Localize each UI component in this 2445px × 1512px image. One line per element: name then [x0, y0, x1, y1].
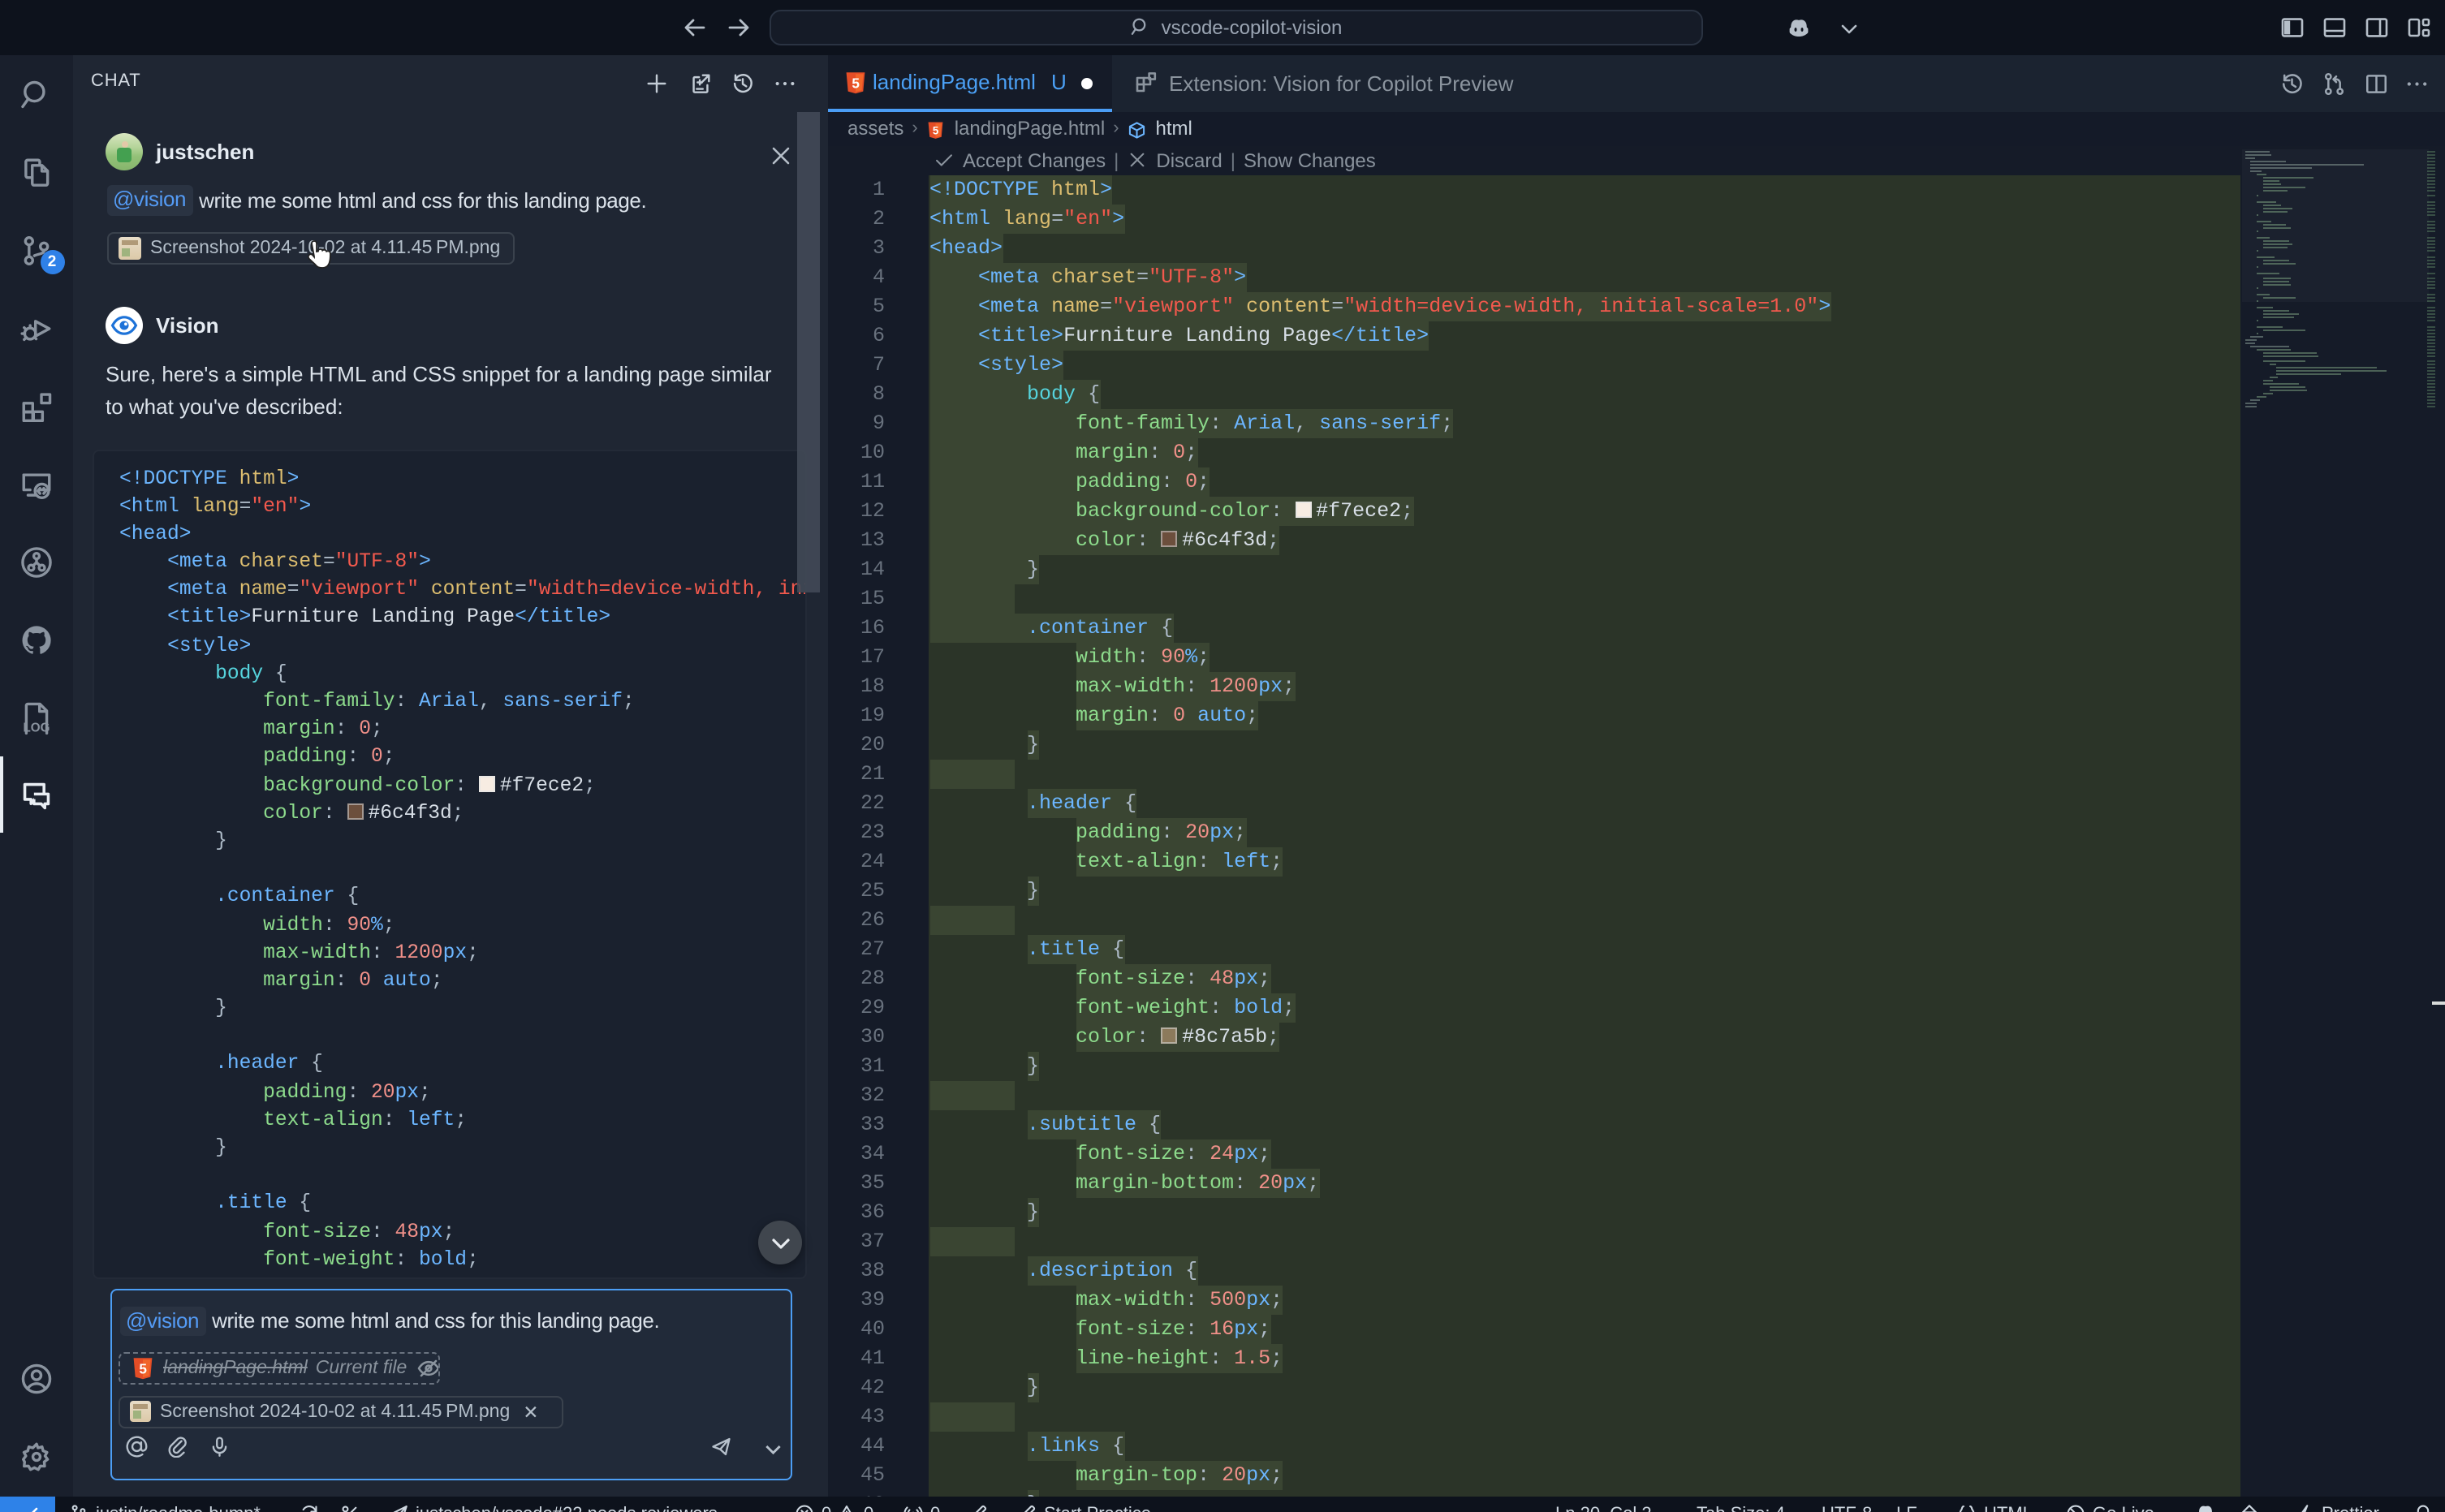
svg-text:LOG: LOG [24, 720, 50, 734]
svg-text:5: 5 [934, 124, 940, 136]
svg-text:5: 5 [851, 75, 859, 92]
svg-text:5: 5 [138, 1360, 146, 1376]
